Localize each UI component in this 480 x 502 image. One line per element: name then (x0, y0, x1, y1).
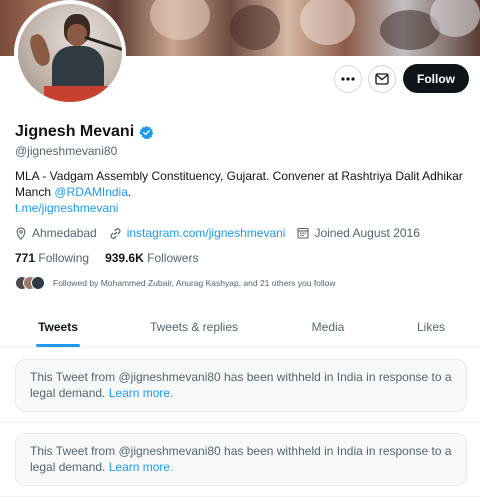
followed-by-avatars (15, 276, 45, 290)
learn-more-link[interactable]: Learn more. (109, 386, 174, 400)
location-item: Ahmedabad (15, 226, 97, 240)
profile-meta: Ahmedabad instagram.com/jigneshmevani Jo… (15, 226, 432, 240)
message-icon (375, 73, 389, 85)
follow-counts: 771 Following 939.6K Followers (15, 251, 198, 265)
tab-tweets[interactable]: Tweets (14, 306, 102, 348)
following-link[interactable]: 771 Following (15, 251, 89, 265)
followers-link[interactable]: 939.6K Followers (105, 251, 198, 265)
verified-badge-icon (139, 125, 154, 139)
joined-text: Joined August 2016 (314, 226, 420, 240)
profile-tabs: Tweets Tweets & replies Media Likes (0, 306, 480, 348)
tab-likes[interactable]: Likes (400, 306, 462, 348)
message-button[interactable] (368, 65, 396, 93)
website-item: instagram.com/jigneshmevani (109, 226, 286, 240)
bio-telegram-link[interactable]: t.me/jigneshmevani (15, 201, 118, 215)
profile-avatar[interactable] (14, 0, 126, 106)
tab-tweets-and-replies[interactable]: Tweets & replies (138, 306, 250, 348)
location-text: Ahmedabad (32, 226, 97, 240)
withheld-notice: This Tweet from @jigneshmevani80 has bee… (15, 359, 467, 412)
withheld-text: This Tweet from @jigneshmevani80 has bee… (30, 444, 452, 474)
learn-more-link[interactable]: Learn more. (109, 460, 174, 474)
follower-avatar (31, 276, 45, 290)
more-button[interactable] (334, 65, 362, 93)
more-icon (341, 77, 355, 81)
followers-count: 939.6K (105, 251, 144, 265)
website-link[interactable]: instagram.com/jigneshmevani (127, 226, 286, 240)
divider (0, 422, 480, 423)
profile-name-row: Jignesh Mevani (15, 123, 154, 141)
following-count: 771 (15, 251, 36, 265)
followed-by-row[interactable]: Followed by Mohammed Zubair, Anurag Kash… (15, 276, 336, 290)
bio-period: . (127, 185, 132, 199)
bio-mention-link[interactable]: @RDAMIndia (54, 185, 128, 199)
withheld-text: This Tweet from @jigneshmevani80 has bee… (30, 370, 452, 400)
follow-button[interactable]: Follow (403, 64, 469, 93)
followed-by-text: Followed by Mohammed Zubair, Anurag Kash… (53, 278, 336, 288)
profile-name: Jignesh Mevani (15, 123, 135, 140)
joined-item: Joined August 2016 (297, 226, 420, 240)
followers-label: Followers (147, 251, 199, 265)
location-pin-icon (16, 226, 26, 240)
active-tab-indicator (36, 344, 80, 347)
withheld-notice: This Tweet from @jigneshmevani80 has bee… (15, 433, 467, 486)
profile-handle: @jigneshmevani80 (15, 144, 118, 158)
following-label: Following (38, 251, 90, 265)
calendar-icon (297, 227, 310, 239)
link-icon (110, 227, 121, 239)
profile-bio: MLA - Vadgam Assembly Constituency, Guja… (15, 168, 470, 216)
tab-media[interactable]: Media (292, 306, 364, 348)
divider (0, 496, 480, 497)
